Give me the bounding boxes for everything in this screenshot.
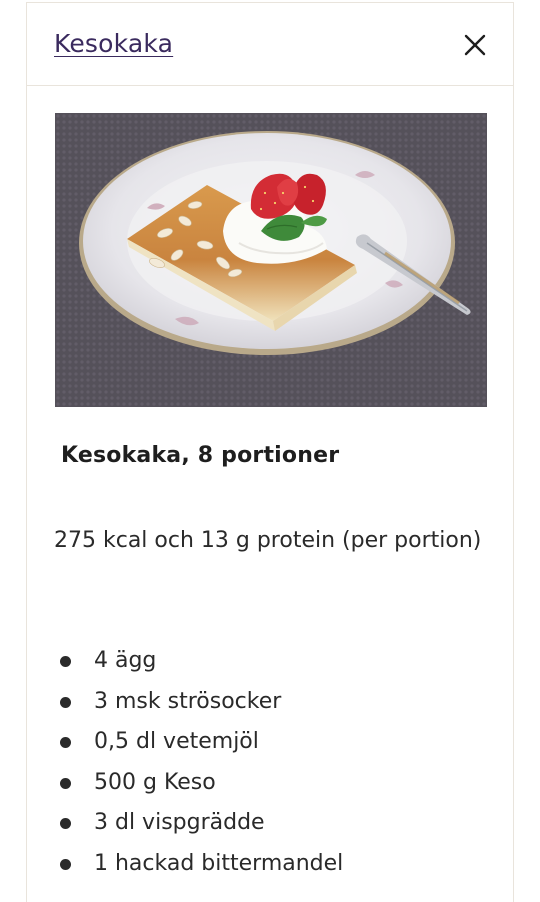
recipe-photo xyxy=(55,113,487,407)
ingredient-item: 500 g Keso xyxy=(54,763,484,804)
ingredient-item: 1 hackad bittermandel xyxy=(54,844,484,885)
recipe-panel: Kesokaka Kesokaka, 8 portioner 275 kcal … xyxy=(26,2,514,902)
recipe-title-link[interactable]: Kesokaka xyxy=(54,29,173,58)
ingredient-list: 4 ägg 3 msk strösocker 0,5 dl vetemjöl 5… xyxy=(54,641,484,884)
nutrition-info: 275 kcal och 13 g protein (per portion) xyxy=(54,528,482,553)
ingredient-item: 3 dl vispgrädde xyxy=(54,803,484,844)
recipe-heading: Kesokaka, 8 portioner xyxy=(61,443,340,468)
panel-header: Kesokaka xyxy=(27,3,513,86)
ingredient-item: 4 ägg xyxy=(54,641,484,682)
ingredient-item: 3 msk strösocker xyxy=(54,682,484,723)
close-icon xyxy=(464,34,486,56)
close-button[interactable] xyxy=(463,33,487,57)
ingredient-item: 0,5 dl vetemjöl xyxy=(54,722,484,763)
